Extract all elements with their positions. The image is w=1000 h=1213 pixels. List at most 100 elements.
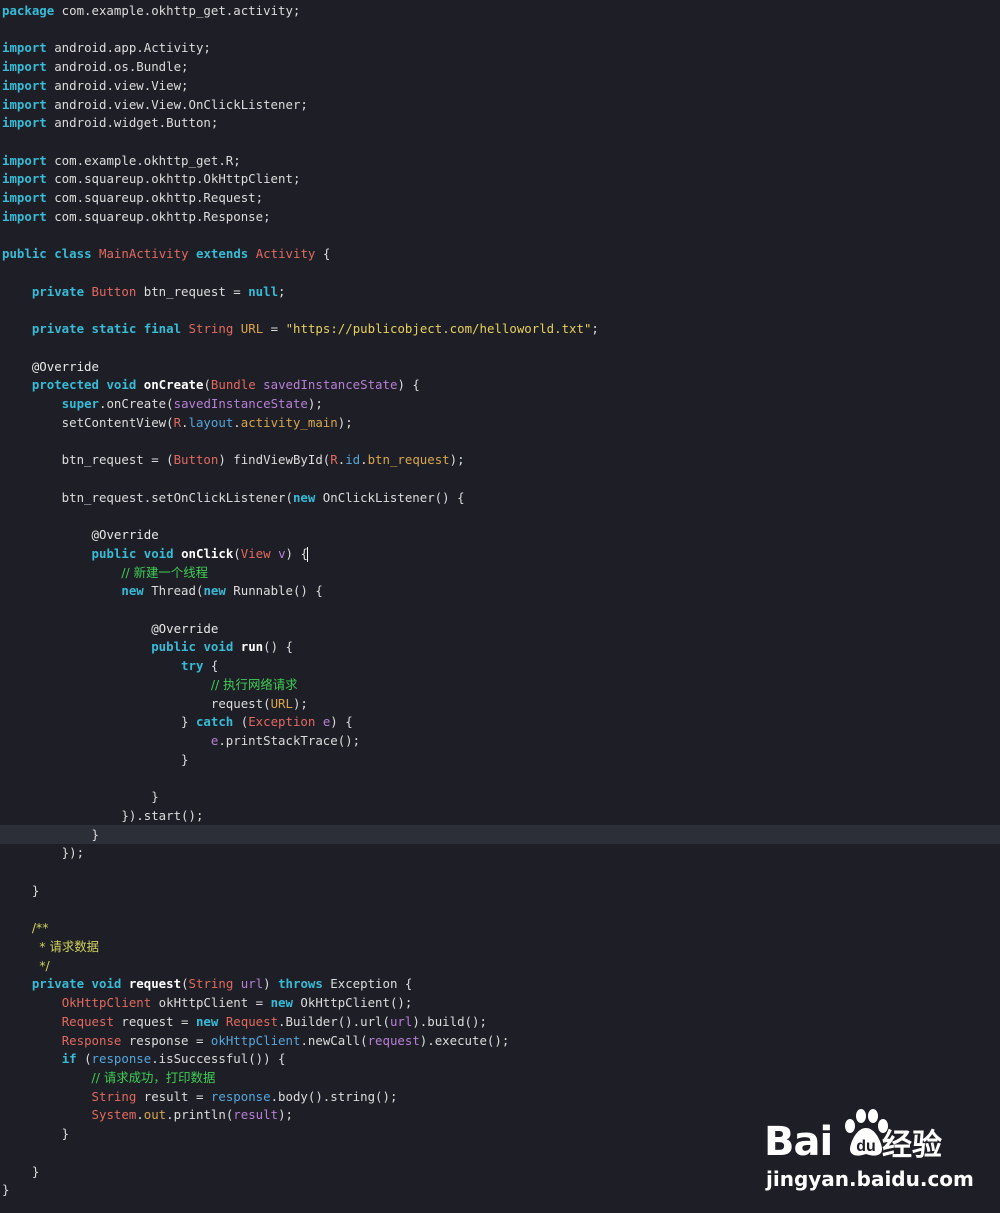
code-line[interactable] [0, 600, 1000, 619]
code-line[interactable]: import com.squareup.okhttp.OkHttpClient; [0, 169, 1000, 188]
code-line[interactable]: public void onClick(View v) { [0, 544, 1000, 563]
code-token: ) findViewById( [218, 452, 331, 468]
code-line[interactable]: Request request = new Request.Builder().… [0, 1012, 1000, 1031]
code-line[interactable]: private void request(String url) throws … [0, 974, 1000, 993]
code-line[interactable]: if (response.isSuccessful()) { [0, 1049, 1000, 1068]
code-line[interactable]: // 请求成功，打印数据 [0, 1068, 1000, 1087]
code-line[interactable] [0, 432, 1000, 451]
code-line[interactable]: import android.app.Activity; [0, 38, 1000, 57]
code-token: android.os.Bundle; [46, 59, 189, 75]
code-line[interactable]: import android.os.Bundle; [0, 57, 1000, 76]
code-line[interactable]: btn_request = (Button) findViewById(R.id… [0, 450, 1000, 469]
code-line[interactable]: request(URL); [0, 694, 1000, 713]
code-line[interactable]: @Override [0, 357, 1000, 376]
code-token: URL [240, 321, 264, 337]
code-token: ); [337, 414, 353, 430]
code-line[interactable]: @Override [0, 619, 1000, 638]
code-line[interactable]: } [0, 787, 1000, 806]
code-line[interactable]: OkHttpClient okHttpClient = new OkHttpCl… [0, 993, 1000, 1012]
code-line[interactable]: */ [0, 956, 1000, 975]
code-line[interactable]: } [0, 881, 1000, 900]
code-token: android.widget.Button; [46, 115, 219, 131]
code-token: android.app.Activity; [46, 40, 211, 56]
code-token: ); [278, 1107, 293, 1123]
code-line[interactable] [0, 469, 1000, 488]
code-line[interactable] [0, 338, 1000, 357]
code-line[interactable]: import android.view.View.OnClickListener… [0, 95, 1000, 114]
code-token: .onCreate( [99, 396, 174, 412]
code-token: new [121, 583, 144, 599]
code-line[interactable]: import com.squareup.okhttp.Request; [0, 188, 1000, 207]
code-line[interactable]: }).start(); [0, 806, 1000, 825]
code-token: com.squareup.okhttp.OkHttpClient; [46, 171, 301, 187]
code-line[interactable]: import com.squareup.okhttp.Response; [0, 207, 1000, 226]
code-line[interactable]: @Override [0, 525, 1000, 544]
code-line[interactable]: import android.widget.Button; [0, 113, 1000, 132]
code-line[interactable] [0, 263, 1000, 282]
code-token: OnClickListener() { [315, 489, 465, 505]
code-token: import [2, 208, 47, 224]
code-token: ( [203, 377, 211, 393]
code-token: Request [61, 1013, 114, 1029]
code-token: ( [181, 976, 189, 992]
code-line[interactable]: Response response = okHttpClient.newCall… [0, 1031, 1000, 1050]
code-line[interactable]: super.onCreate(savedInstanceState); [0, 394, 1000, 413]
code-token: id [345, 452, 361, 468]
code-token: v [278, 545, 286, 561]
code-token: response = [121, 1032, 211, 1048]
code-token: super [61, 396, 99, 412]
code-line[interactable]: public void run() { [0, 637, 1000, 656]
code-line[interactable]: e.printStackTrace(); [0, 731, 1000, 750]
code-line[interactable]: private Button btn_request = null; [0, 282, 1000, 301]
code-line[interactable]: new Thread(new Runnable() { [0, 581, 1000, 600]
code-token: new [270, 995, 293, 1011]
code-line[interactable]: private static final String URL = "https… [0, 319, 1000, 338]
code-token: import [2, 96, 47, 112]
code-line[interactable]: // 执行网络请求 [0, 675, 1000, 694]
code-line[interactable]: /** [0, 918, 1000, 937]
code-line[interactable]: protected void onCreate(Bundle savedInst… [0, 375, 1000, 394]
code-line[interactable] [0, 862, 1000, 881]
code-editor[interactable]: package com.example.okhttp_get.activity;… [0, 0, 1000, 1213]
code-line[interactable]: try { [0, 656, 1000, 675]
code-line[interactable] [0, 301, 1000, 320]
code-line[interactable]: import com.example.okhttp_get.R; [0, 151, 1000, 170]
code-line[interactable] [0, 226, 1000, 245]
code-token: } [2, 751, 189, 767]
code-token: null [248, 283, 279, 299]
code-token: .newCall( [300, 1032, 368, 1048]
code-line[interactable]: * 请求数据 [0, 937, 1000, 956]
code-line[interactable]: }); [0, 843, 1000, 862]
code-line[interactable]: btn_request.setOnClickListener(new OnCli… [0, 488, 1000, 507]
code-line[interactable]: } [0, 750, 1000, 769]
code-line[interactable]: import android.view.View; [0, 76, 1000, 95]
code-line[interactable]: // 新建一个线程 [0, 563, 1000, 582]
code-token: savedInstanceState [173, 396, 308, 412]
code-token: new [195, 1013, 219, 1029]
code-token: ) { [285, 545, 308, 561]
code-line[interactable]: setContentView(R.layout.activity_main); [0, 413, 1000, 432]
code-line[interactable] [0, 900, 1000, 919]
code-token: btn_request [367, 452, 450, 468]
code-line[interactable]: } [0, 824, 1000, 844]
code-line[interactable] [0, 769, 1000, 788]
code-line[interactable]: public class MainActivity extends Activi… [0, 244, 1000, 263]
code-token: response [91, 1051, 152, 1067]
code-line[interactable]: String result = response.body().string()… [0, 1087, 1000, 1106]
code-line[interactable]: } catch (Exception e) { [0, 712, 1000, 731]
code-token: . [181, 414, 189, 430]
code-line[interactable] [0, 506, 1000, 525]
code-token: import [2, 77, 47, 93]
code-line[interactable]: package com.example.okhttp_get.activity; [0, 1, 1000, 20]
code-line[interactable] [0, 132, 1000, 151]
code-line[interactable] [0, 20, 1000, 39]
code-token: import [2, 59, 47, 75]
code-token: import [2, 171, 47, 187]
